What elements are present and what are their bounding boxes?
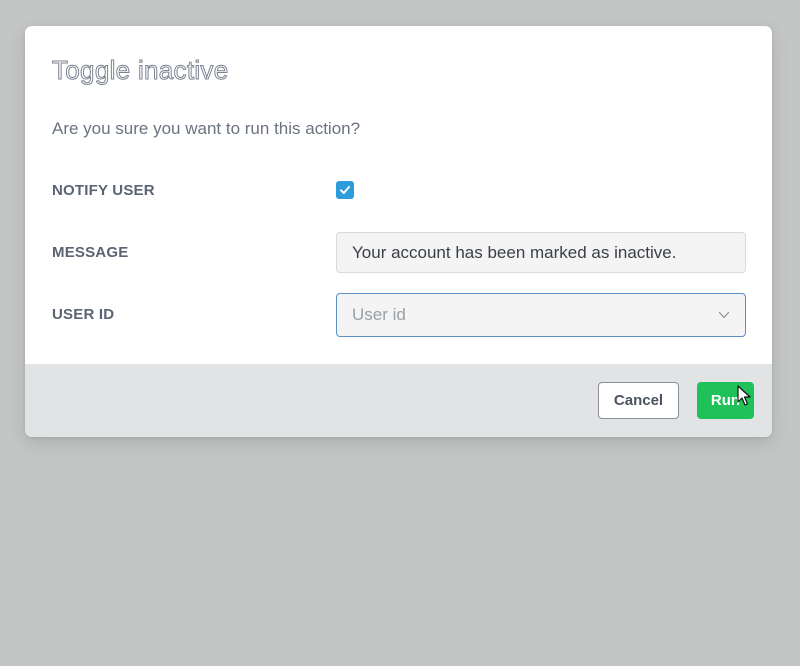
- notify-user-label: NOTIFY USER: [52, 182, 155, 199]
- user-id-label: USER ID: [52, 306, 115, 323]
- notify-user-checkbox[interactable]: [336, 181, 354, 199]
- user-id-select[interactable]: User id: [336, 293, 746, 337]
- dialog-title: Toggle inactive: [52, 55, 229, 86]
- message-input[interactable]: Your account has been marked as inactive…: [336, 232, 746, 273]
- message-label: MESSAGE: [52, 244, 129, 261]
- user-id-placeholder: User id: [352, 305, 406, 324]
- checkmark-icon: [340, 186, 350, 194]
- cancel-button[interactable]: Cancel: [598, 382, 679, 419]
- dialog-footer: Cancel Run: [25, 364, 772, 437]
- dialog-subtitle: Are you sure you want to run this action…: [52, 119, 361, 138]
- chevron-down-icon: [718, 311, 730, 319]
- mouse-cursor-icon: [737, 385, 751, 406]
- toggle-inactive-dialog: Toggle inactive Are you sure you want to…: [25, 26, 772, 437]
